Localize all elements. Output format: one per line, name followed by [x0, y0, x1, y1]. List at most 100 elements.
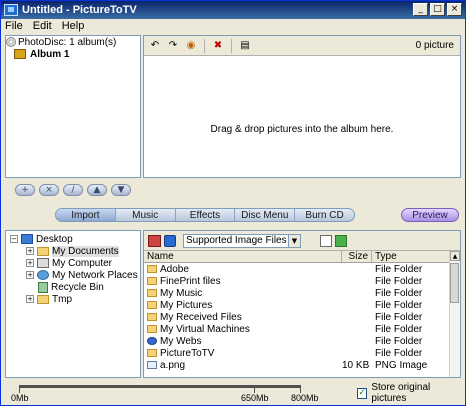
folder-icon — [147, 289, 157, 297]
tab-burn-cd[interactable]: Burn CD — [295, 209, 354, 221]
file-type: File Folder — [375, 347, 423, 359]
tree-my-network-places[interactable]: + My Network Places — [6, 269, 140, 281]
refresh-icon[interactable] — [164, 234, 176, 247]
collapse-icon[interactable]: − — [10, 235, 18, 243]
column-size[interactable]: Size — [342, 251, 372, 262]
home-icon[interactable] — [148, 234, 161, 247]
file-name: My Music — [160, 287, 203, 299]
file-type: PNG Image — [375, 359, 428, 371]
tree-desktop[interactable]: − Desktop — [6, 233, 140, 245]
file-row[interactable]: FinePrint files File Folder — [144, 275, 460, 287]
picture-drop-panel[interactable]: ↶ ↷ ◉ ✖ ▤ 0 picture Drag & drop pictures… — [143, 35, 461, 178]
file-type: File Folder — [375, 287, 423, 299]
folder-icon — [37, 246, 49, 256]
file-type: File Folder — [375, 275, 423, 287]
tab-music[interactable]: Music — [116, 209, 176, 221]
close-button[interactable]: × — [447, 3, 462, 16]
album-controls: + × / ▲ ▼ — [15, 184, 131, 196]
scroll-up-icon[interactable]: ▲ — [450, 251, 460, 261]
vertical-scrollbar[interactable]: ▲ — [449, 251, 460, 377]
capacity-scale — [19, 385, 301, 388]
window-title: Untitled - PictureToTV — [22, 4, 137, 16]
folder-icon — [147, 313, 157, 321]
rotate-left-icon[interactable]: ↶ — [148, 39, 162, 53]
expand-icon[interactable]: + — [26, 295, 34, 303]
file-row[interactable]: a.png 10 KB PNG Image — [144, 359, 460, 371]
folder-tree: − Desktop + My Documents + My Computer +… — [5, 230, 141, 378]
checkbox-box[interactable]: ✓ — [357, 387, 368, 399]
file-name: a.png — [160, 359, 186, 371]
scroll-thumb[interactable] — [450, 263, 459, 303]
file-type: File Folder — [375, 335, 423, 347]
store-original-label: Store original pictures — [371, 382, 431, 404]
file-toolbar: Supported Image Files ▼ — [144, 231, 460, 251]
expand-icon[interactable]: + — [26, 259, 34, 267]
column-type[interactable]: Type — [372, 251, 448, 262]
menu-help[interactable]: Help — [62, 20, 85, 32]
file-name: My Pictures — [160, 299, 213, 311]
file-row[interactable]: My Virtual Machines File Folder — [144, 323, 460, 335]
delete-icon[interactable]: ✖ — [211, 39, 225, 53]
tree-recycle-bin[interactable]: Recycle Bin — [6, 281, 140, 293]
file-row[interactable]: PictureToTV File Folder — [144, 347, 460, 359]
rename-album-button[interactable]: / — [63, 184, 83, 196]
file-name: My Received Files — [160, 311, 242, 323]
toolbar-separator — [231, 38, 232, 53]
file-row[interactable]: Adobe File Folder — [144, 263, 460, 275]
move-down-button[interactable]: ▼ — [111, 184, 131, 196]
menu-edit[interactable]: Edit — [33, 20, 52, 32]
desktop-icon — [21, 234, 33, 244]
folder-icon — [37, 294, 49, 304]
capacity-650-label: 650Mb — [241, 393, 269, 403]
tab-import[interactable]: Import — [56, 209, 116, 221]
file-type-select[interactable]: Supported Image Files ▼ — [183, 233, 301, 248]
tree-tmp-label: Tmp — [52, 293, 72, 305]
recycle-bin-icon — [38, 281, 48, 293]
tree-desktop-label: Desktop — [36, 233, 73, 245]
title-bar: Untitled - PictureToTV _ □ × — [1, 1, 465, 19]
file-name: PictureToTV — [160, 347, 215, 359]
properties-icon[interactable]: ▤ — [238, 39, 252, 53]
picture-count: 0 picture — [415, 40, 454, 51]
album-panel: PhotoDisc: 1 album(s) Album 1 — [5, 35, 141, 178]
web-folder-icon — [147, 337, 157, 345]
album-item[interactable]: Album 1 — [6, 48, 140, 60]
preview-button[interactable]: Preview — [401, 208, 459, 222]
network-icon — [37, 270, 49, 280]
tab-disc-menu[interactable]: Disc Menu — [235, 209, 296, 221]
image-file-icon — [147, 361, 157, 369]
photodisc-label: PhotoDisc: 1 album(s) — [18, 36, 117, 48]
store-original-checkbox[interactable]: ✓ Store original pictures — [357, 382, 461, 404]
add-album-button[interactable]: + — [15, 184, 35, 196]
file-browser: Supported Image Files ▼ Name Size Type A… — [143, 230, 461, 378]
tree-recycle-bin-label: Recycle Bin — [51, 281, 104, 293]
photodisc-root[interactable]: PhotoDisc: 1 album(s) — [6, 36, 140, 48]
view-mode-icon[interactable] — [320, 234, 332, 247]
chevron-down-icon[interactable]: ▼ — [288, 234, 300, 247]
file-row[interactable]: My Received Files File Folder — [144, 311, 460, 323]
file-name: My Webs — [160, 335, 202, 347]
column-name[interactable]: Name — [144, 251, 342, 262]
menu-bar: File Edit Help — [1, 19, 465, 33]
move-up-button[interactable]: ▲ — [87, 184, 107, 196]
tree-tmp[interactable]: + Tmp — [6, 293, 140, 305]
expand-icon[interactable]: + — [26, 271, 34, 279]
file-row[interactable]: My Music File Folder — [144, 287, 460, 299]
file-row[interactable]: My Webs File Folder — [144, 335, 460, 347]
menu-file[interactable]: File — [5, 20, 23, 32]
expand-icon[interactable]: + — [26, 247, 34, 255]
maximize-button[interactable]: □ — [430, 3, 445, 16]
tab-effects[interactable]: Effects — [176, 209, 236, 221]
delete-album-button[interactable]: × — [39, 184, 59, 196]
file-type: File Folder — [375, 299, 423, 311]
file-row[interactable]: My Pictures File Folder — [144, 299, 460, 311]
file-list-header: Name Size Type — [144, 251, 460, 263]
minimize-button[interactable]: _ — [413, 3, 428, 16]
tree-my-documents-label: My Documents — [52, 245, 119, 257]
rotate-right-icon[interactable]: ↷ — [166, 39, 180, 53]
tree-my-computer[interactable]: + My Computer — [6, 257, 140, 269]
tree-my-documents[interactable]: + My Documents — [6, 245, 140, 257]
main-tabs: Import Music Effects Disc Menu Burn CD — [55, 208, 355, 222]
eye-icon[interactable]: ◉ — [184, 39, 198, 53]
add-to-album-icon[interactable] — [335, 234, 347, 247]
